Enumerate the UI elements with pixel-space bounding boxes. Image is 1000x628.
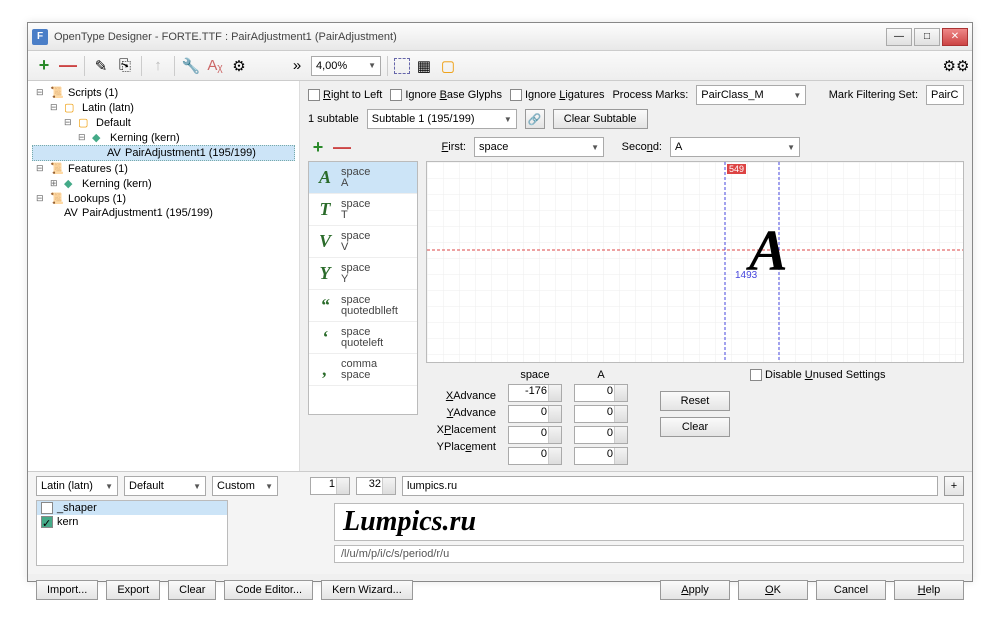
grid1-icon[interactable] <box>394 58 410 74</box>
help-button[interactable]: Help <box>894 580 964 600</box>
tree-pair-adjustment[interactable]: AVPairAdjustment1 (195/199) <box>32 145 295 161</box>
footer: Import... Export Clear Code Editor... Ke… <box>28 574 972 606</box>
glyph-preview-canvas[interactable]: 549 A 1493 <box>426 161 964 363</box>
zoom-combo[interactable]: 4,00%▼ <box>311 56 381 76</box>
tree-kern-feature[interactable]: ⊞◆Kerning (kern) <box>32 176 295 191</box>
gear-icon[interactable]: ⚙⚙ <box>946 56 966 76</box>
window-title: OpenType Designer - FORTE.TTF : PairAdju… <box>54 31 886 43</box>
clear-metrics-button[interactable]: Clear <box>660 417 730 437</box>
tree-features[interactable]: ⊟📜Features (1) <box>32 161 295 176</box>
tool3-icon[interactable]: ⚙ <box>229 56 249 76</box>
feature-list[interactable]: _shaper ✓kern <box>36 500 228 566</box>
pair-row[interactable]: “spacequotedblleft <box>309 290 417 322</box>
main-window: F OpenType Designer - FORTE.TTF : PairAd… <box>27 22 973 582</box>
clear-button[interactable]: Clear <box>168 580 216 600</box>
up-icon[interactable]: ↑ <box>148 56 168 76</box>
ignore-base-checkbox[interactable]: Ignore Base Glyphs <box>390 89 502 101</box>
maximize-button[interactable]: □ <box>914 28 940 46</box>
pair-list[interactable]: AspaceA TspaceT VspaceV YspaceY “spacequ… <box>308 161 418 415</box>
script-combo[interactable]: Latin (latn)▼ <box>36 476 118 496</box>
apply-button[interactable]: Apply <box>660 580 730 600</box>
disable-unused-checkbox[interactable]: Disable Unused Settings <box>750 369 885 381</box>
sp2-spinner[interactable]: 32 <box>356 477 396 495</box>
pair-add-icon[interactable]: + <box>308 137 328 157</box>
first-combo[interactable]: space▼ <box>474 137 604 157</box>
toolbar: + — ✎ ⎘ ↑ 🔧 Aᵪ ⚙ » 4,00%▼ ▦ ▢ ⚙⚙ <box>28 51 972 81</box>
tree-kerning[interactable]: ⊟◆Kerning (kern) <box>32 130 295 145</box>
pair-remove-icon[interactable]: — <box>332 137 352 157</box>
tool1-icon[interactable]: 🔧 <box>181 56 201 76</box>
tree-default[interactable]: ⊟▢Default <box>32 115 295 130</box>
ypl2-spinner[interactable]: 0 <box>574 447 628 465</box>
ok-button[interactable]: OK <box>738 580 808 600</box>
page-icon[interactable]: ▢ <box>438 56 458 76</box>
mark-filter-combo[interactable]: PairC <box>926 85 964 105</box>
minimize-button[interactable]: — <box>886 28 912 46</box>
xadv2-spinner[interactable]: 0 <box>574 384 628 402</box>
link-button[interactable]: 🔗 <box>525 109 545 129</box>
tree-scripts[interactable]: ⊟📜Scripts (1) <box>32 85 295 100</box>
reset-button[interactable]: Reset <box>660 391 730 411</box>
process-marks-label: Process Marks: <box>612 89 688 101</box>
ypl1-spinner[interactable]: 0 <box>508 447 562 465</box>
metrics-panel: XAdvance YAdvance XPlacement YPlacement … <box>426 363 964 471</box>
pair-row[interactable]: AspaceA <box>309 162 417 194</box>
mark-filter-label: Mark Filtering Set: <box>829 89 918 101</box>
pair-row[interactable]: VspaceV <box>309 226 417 258</box>
decomposition: /l/u/m/p/i/c/s/period/r/u <box>334 545 964 563</box>
preview-text: Lumpics.ru <box>334 503 964 541</box>
list-item[interactable]: ✓kern <box>37 515 227 529</box>
xadv1-spinner[interactable]: -176 <box>508 384 562 402</box>
sp1-spinner[interactable]: 1 <box>310 477 350 495</box>
kern-wizard-button[interactable]: Kern Wizard... <box>321 580 413 600</box>
import-button[interactable]: Import... <box>36 580 98 600</box>
close-button[interactable]: ✕ <box>942 28 968 46</box>
pair-row[interactable]: YspaceY <box>309 258 417 290</box>
list-item[interactable]: _shaper <box>37 501 227 515</box>
second-label: Second: <box>612 141 662 153</box>
metric-1: 549 <box>727 164 746 174</box>
bottom-panel: Latin (latn)▼ Default▼ Custom▼ 1 32 + _s… <box>28 471 972 574</box>
second-combo[interactable]: A▼ <box>670 137 800 157</box>
clear-subtable-button[interactable]: Clear Subtable <box>553 109 648 129</box>
cancel-button[interactable]: Cancel <box>816 580 886 600</box>
subtable-count: 1 subtable <box>308 113 359 125</box>
copy-icon[interactable]: ⎘ <box>115 56 135 76</box>
edit-icon[interactable]: ✎ <box>91 56 111 76</box>
mode-combo[interactable]: Custom▼ <box>212 476 278 496</box>
tree-latin[interactable]: ⊟▢Latin (latn) <box>32 100 295 115</box>
overflow-icon[interactable]: » <box>287 56 307 76</box>
process-marks-combo[interactable]: PairClass_M▼ <box>696 85 806 105</box>
rtl-checkbox[interactable]: Right to Left <box>308 89 382 101</box>
first-label: First: <box>426 141 466 153</box>
app-icon: F <box>32 29 48 45</box>
add-icon[interactable]: + <box>34 56 54 76</box>
titlebar: F OpenType Designer - FORTE.TTF : PairAd… <box>28 23 972 51</box>
metric-2: 1493 <box>735 270 757 281</box>
tree-lookups[interactable]: ⊟📜Lookups (1) <box>32 191 295 206</box>
xpl2-spinner[interactable]: 0 <box>574 426 628 444</box>
lang-combo[interactable]: Default▼ <box>124 476 206 496</box>
remove-icon[interactable]: — <box>58 56 78 76</box>
grid2-icon[interactable]: ▦ <box>414 56 434 76</box>
pair-row[interactable]: TspaceT <box>309 194 417 226</box>
export-button[interactable]: Export <box>106 580 160 600</box>
subtable-combo[interactable]: Subtable 1 (195/199)▼ <box>367 109 517 129</box>
ignore-lig-checkbox[interactable]: Ignore Ligatures <box>510 89 605 101</box>
sample-input[interactable] <box>402 476 938 496</box>
code-editor-button[interactable]: Code Editor... <box>224 580 313 600</box>
tree-panel: ⊟📜Scripts (1) ⊟▢Latin (latn) ⊟▢Default ⊟… <box>28 81 300 471</box>
pair-row[interactable]: ‘spacequoteleft <box>309 322 417 354</box>
tool2-icon[interactable]: Aᵪ <box>205 56 225 76</box>
yadv2-spinner[interactable]: 0 <box>574 405 628 423</box>
yadv1-spinner[interactable]: 0 <box>508 405 562 423</box>
tree-pair-lookup[interactable]: AVPairAdjustment1 (195/199) <box>32 206 295 220</box>
pair-row[interactable]: ,commaspace <box>309 354 417 386</box>
xpl1-spinner[interactable]: 0 <box>508 426 562 444</box>
sample-add-button[interactable]: + <box>944 476 964 496</box>
